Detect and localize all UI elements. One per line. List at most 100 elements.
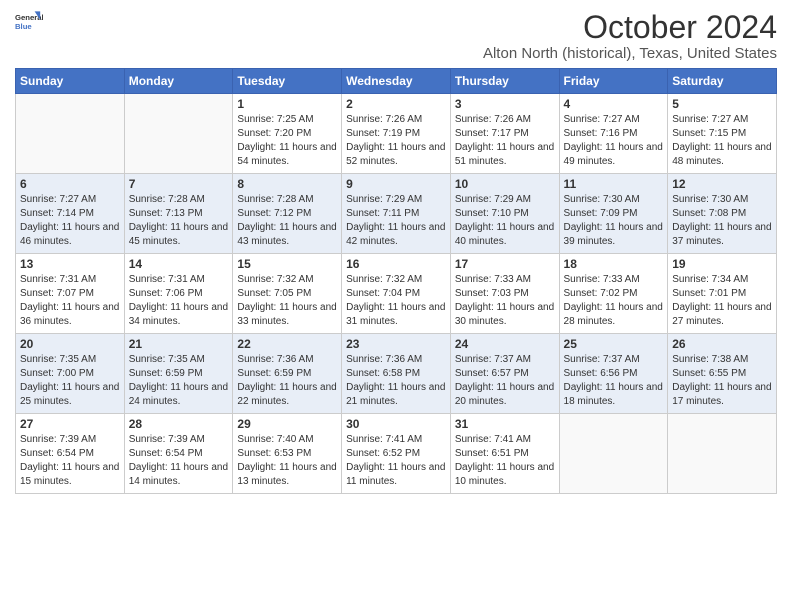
day-number: 3: [455, 97, 555, 111]
week-row-1: 1 Sunrise: 7:25 AMSunset: 7:20 PMDaylight…: [16, 94, 777, 174]
day-info: Sunrise: 7:38 AMSunset: 6:55 PMDaylight:…: [672, 353, 772, 409]
calendar-cell: 23 Sunrise: 7:36 AMSunset: 6:58 PMDayligh…: [342, 334, 451, 414]
day-info: Sunrise: 7:33 AMSunset: 7:02 PMDaylight:…: [564, 273, 664, 329]
day-info: Sunrise: 7:32 AMSunset: 7:05 PMDaylight:…: [237, 273, 337, 329]
day-info: Sunrise: 7:29 AMSunset: 7:10 PMDaylight:…: [455, 193, 555, 249]
calendar-cell: 28Sunrise: 7:39 AMSunset: 6:54 PMDayligh…: [124, 414, 233, 494]
week-row-3: 13 Sunrise: 7:31 AMSunset: 7:07 PMDayligh…: [16, 254, 777, 334]
header-friday: Friday: [559, 69, 668, 94]
day-number: 26: [672, 337, 772, 351]
calendar-cell: 4Sunrise: 7:27 AMSunset: 7:16 PMDaylight…: [559, 94, 668, 174]
header-sunday: Sunday: [16, 69, 125, 94]
day-info: Sunrise: 7:34 AMSunset: 7:01 PMDaylight:…: [672, 273, 772, 329]
calendar-cell: 10Sunrise: 7:29 AMSunset: 7:10 PMDayligh…: [450, 174, 559, 254]
day-number: 13: [20, 257, 120, 271]
logo: General Blue: [15, 10, 43, 38]
day-number: 14: [129, 257, 229, 271]
day-number: 24: [455, 337, 555, 351]
calendar-cell: 18 Sunrise: 7:33 AMSunset: 7:02 PMDayligh…: [559, 254, 668, 334]
calendar-cell: 8 Sunrise: 7:28 AMSunset: 7:12 PMDaylight…: [233, 174, 342, 254]
day-number: 8: [237, 177, 337, 191]
day-info: Sunrise: 7:30 AMSunset: 7:08 PMDaylight:…: [672, 193, 772, 249]
calendar-cell: [16, 94, 125, 174]
calendar-cell: [668, 414, 777, 494]
day-number: 21: [129, 337, 229, 351]
calendar-cell: 27 Sunrise: 7:39 AMSunset: 6:54 PMDayligh…: [16, 414, 125, 494]
calendar-table: SundayMondayTuesdayWednesdayThursdayFrid…: [15, 68, 777, 494]
day-info: Sunrise: 7:30 AMSunset: 7:09 PMDaylight:…: [564, 193, 664, 249]
day-number: 9: [346, 177, 446, 191]
day-number: 17: [455, 257, 555, 271]
calendar-cell: 9 Sunrise: 7:29 AMSunset: 7:11 PMDaylight…: [342, 174, 451, 254]
day-info: Sunrise: 7:35 AMSunset: 7:00 PMDaylight:…: [20, 353, 120, 409]
day-info: Sunrise: 7:25 AMSunset: 7:20 PMDaylight:…: [237, 113, 337, 169]
calendar-cell: 21 Sunrise: 7:35 AMSunset: 6:59 PMDayligh…: [124, 334, 233, 414]
day-info: Sunrise: 7:39 AMSunset: 6:54 PMDaylight:…: [129, 433, 229, 489]
day-number: 27: [20, 417, 120, 431]
week-row-4: 20 Sunrise: 7:35 AMSunset: 7:00 PMDayligh…: [16, 334, 777, 414]
day-info: Sunrise: 7:41 AMSunset: 6:51 PMDaylight:…: [455, 433, 555, 489]
day-info: Sunrise: 7:27 AMSunset: 7:15 PMDaylight:…: [672, 113, 772, 169]
day-info: Sunrise: 7:28 AMSunset: 7:12 PMDaylight:…: [237, 193, 337, 249]
day-info: Sunrise: 7:39 AMSunset: 6:54 PMDaylight:…: [20, 433, 120, 489]
main-title: October 2024: [483, 10, 777, 45]
day-number: 25: [564, 337, 664, 351]
calendar-cell: 19 Sunrise: 7:34 AMSunset: 7:01 PMDayligh…: [668, 254, 777, 334]
header-monday: Monday: [124, 69, 233, 94]
header-saturday: Saturday: [668, 69, 777, 94]
day-info: Sunrise: 7:36 AMSunset: 6:59 PMDaylight:…: [237, 353, 337, 409]
calendar-cell: 13 Sunrise: 7:31 AMSunset: 7:07 PMDayligh…: [16, 254, 125, 334]
calendar-cell: 11 Sunrise: 7:30 AMSunset: 7:09 PMDayligh…: [559, 174, 668, 254]
calendar-cell: 1 Sunrise: 7:25 AMSunset: 7:20 PMDaylight…: [233, 94, 342, 174]
day-info: Sunrise: 7:32 AMSunset: 7:04 PMDaylight:…: [346, 273, 446, 329]
day-info: Sunrise: 7:26 AMSunset: 7:17 PMDaylight:…: [455, 113, 555, 169]
day-info: Sunrise: 7:36 AMSunset: 6:58 PMDaylight:…: [346, 353, 446, 409]
calendar-cell: 25Sunrise: 7:37 AMSunset: 6:56 PMDayligh…: [559, 334, 668, 414]
calendar-cell: [124, 94, 233, 174]
calendar-cell: 22Sunrise: 7:36 AMSunset: 6:59 PMDayligh…: [233, 334, 342, 414]
title-block: October 2024 Alton North (historical), T…: [483, 10, 777, 62]
day-info: Sunrise: 7:28 AMSunset: 7:13 PMDaylight:…: [129, 193, 229, 249]
day-number: 11: [564, 177, 664, 191]
day-info: Sunrise: 7:37 AMSunset: 6:57 PMDaylight:…: [455, 353, 555, 409]
day-info: Sunrise: 7:40 AMSunset: 6:53 PMDaylight:…: [237, 433, 337, 489]
calendar-cell: 5 Sunrise: 7:27 AMSunset: 7:15 PMDaylight…: [668, 94, 777, 174]
day-info: Sunrise: 7:33 AMSunset: 7:03 PMDaylight:…: [455, 273, 555, 329]
day-number: 29: [237, 417, 337, 431]
day-info: Sunrise: 7:31 AMSunset: 7:07 PMDaylight:…: [20, 273, 120, 329]
calendar-header-row: SundayMondayTuesdayWednesdayThursdayFrid…: [16, 69, 777, 94]
calendar-cell: 7 Sunrise: 7:28 AMSunset: 7:13 PMDaylight…: [124, 174, 233, 254]
day-number: 18: [564, 257, 664, 271]
day-number: 5: [672, 97, 772, 111]
day-number: 30: [346, 417, 446, 431]
calendar-cell: 26 Sunrise: 7:38 AMSunset: 6:55 PMDayligh…: [668, 334, 777, 414]
day-number: 7: [129, 177, 229, 191]
day-number: 20: [20, 337, 120, 351]
calendar-cell: 12 Sunrise: 7:30 AMSunset: 7:08 PMDayligh…: [668, 174, 777, 254]
day-info: Sunrise: 7:29 AMSunset: 7:11 PMDaylight:…: [346, 193, 446, 249]
calendar-cell: 30Sunrise: 7:41 AMSunset: 6:52 PMDayligh…: [342, 414, 451, 494]
calendar-cell: 29 Sunrise: 7:40 AMSunset: 6:53 PMDayligh…: [233, 414, 342, 494]
day-number: 23: [346, 337, 446, 351]
calendar-cell: 14 Sunrise: 7:31 AMSunset: 7:06 PMDayligh…: [124, 254, 233, 334]
calendar-cell: 6 Sunrise: 7:27 AMSunset: 7:14 PMDaylight…: [16, 174, 125, 254]
day-number: 1: [237, 97, 337, 111]
day-info: Sunrise: 7:27 AMSunset: 7:14 PMDaylight:…: [20, 193, 120, 249]
calendar-cell: 20 Sunrise: 7:35 AMSunset: 7:00 PMDayligh…: [16, 334, 125, 414]
calendar-cell: 3 Sunrise: 7:26 AMSunset: 7:17 PMDaylight…: [450, 94, 559, 174]
page-header: General Blue October 2024 Alton North (h…: [15, 10, 777, 62]
day-number: 31: [455, 417, 555, 431]
calendar-cell: [559, 414, 668, 494]
day-number: 19: [672, 257, 772, 271]
day-number: 12: [672, 177, 772, 191]
sub-title: Alton North (historical), Texas, United …: [483, 45, 777, 62]
svg-text:Blue: Blue: [15, 22, 32, 31]
day-number: 2: [346, 97, 446, 111]
calendar-cell: 31 Sunrise: 7:41 AMSunset: 6:51 PMDayligh…: [450, 414, 559, 494]
week-row-5: 27 Sunrise: 7:39 AMSunset: 6:54 PMDayligh…: [16, 414, 777, 494]
day-info: Sunrise: 7:31 AMSunset: 7:06 PMDaylight:…: [129, 273, 229, 329]
day-info: Sunrise: 7:35 AMSunset: 6:59 PMDaylight:…: [129, 353, 229, 409]
day-number: 15: [237, 257, 337, 271]
day-number: 6: [20, 177, 120, 191]
calendar-cell: 16Sunrise: 7:32 AMSunset: 7:04 PMDayligh…: [342, 254, 451, 334]
